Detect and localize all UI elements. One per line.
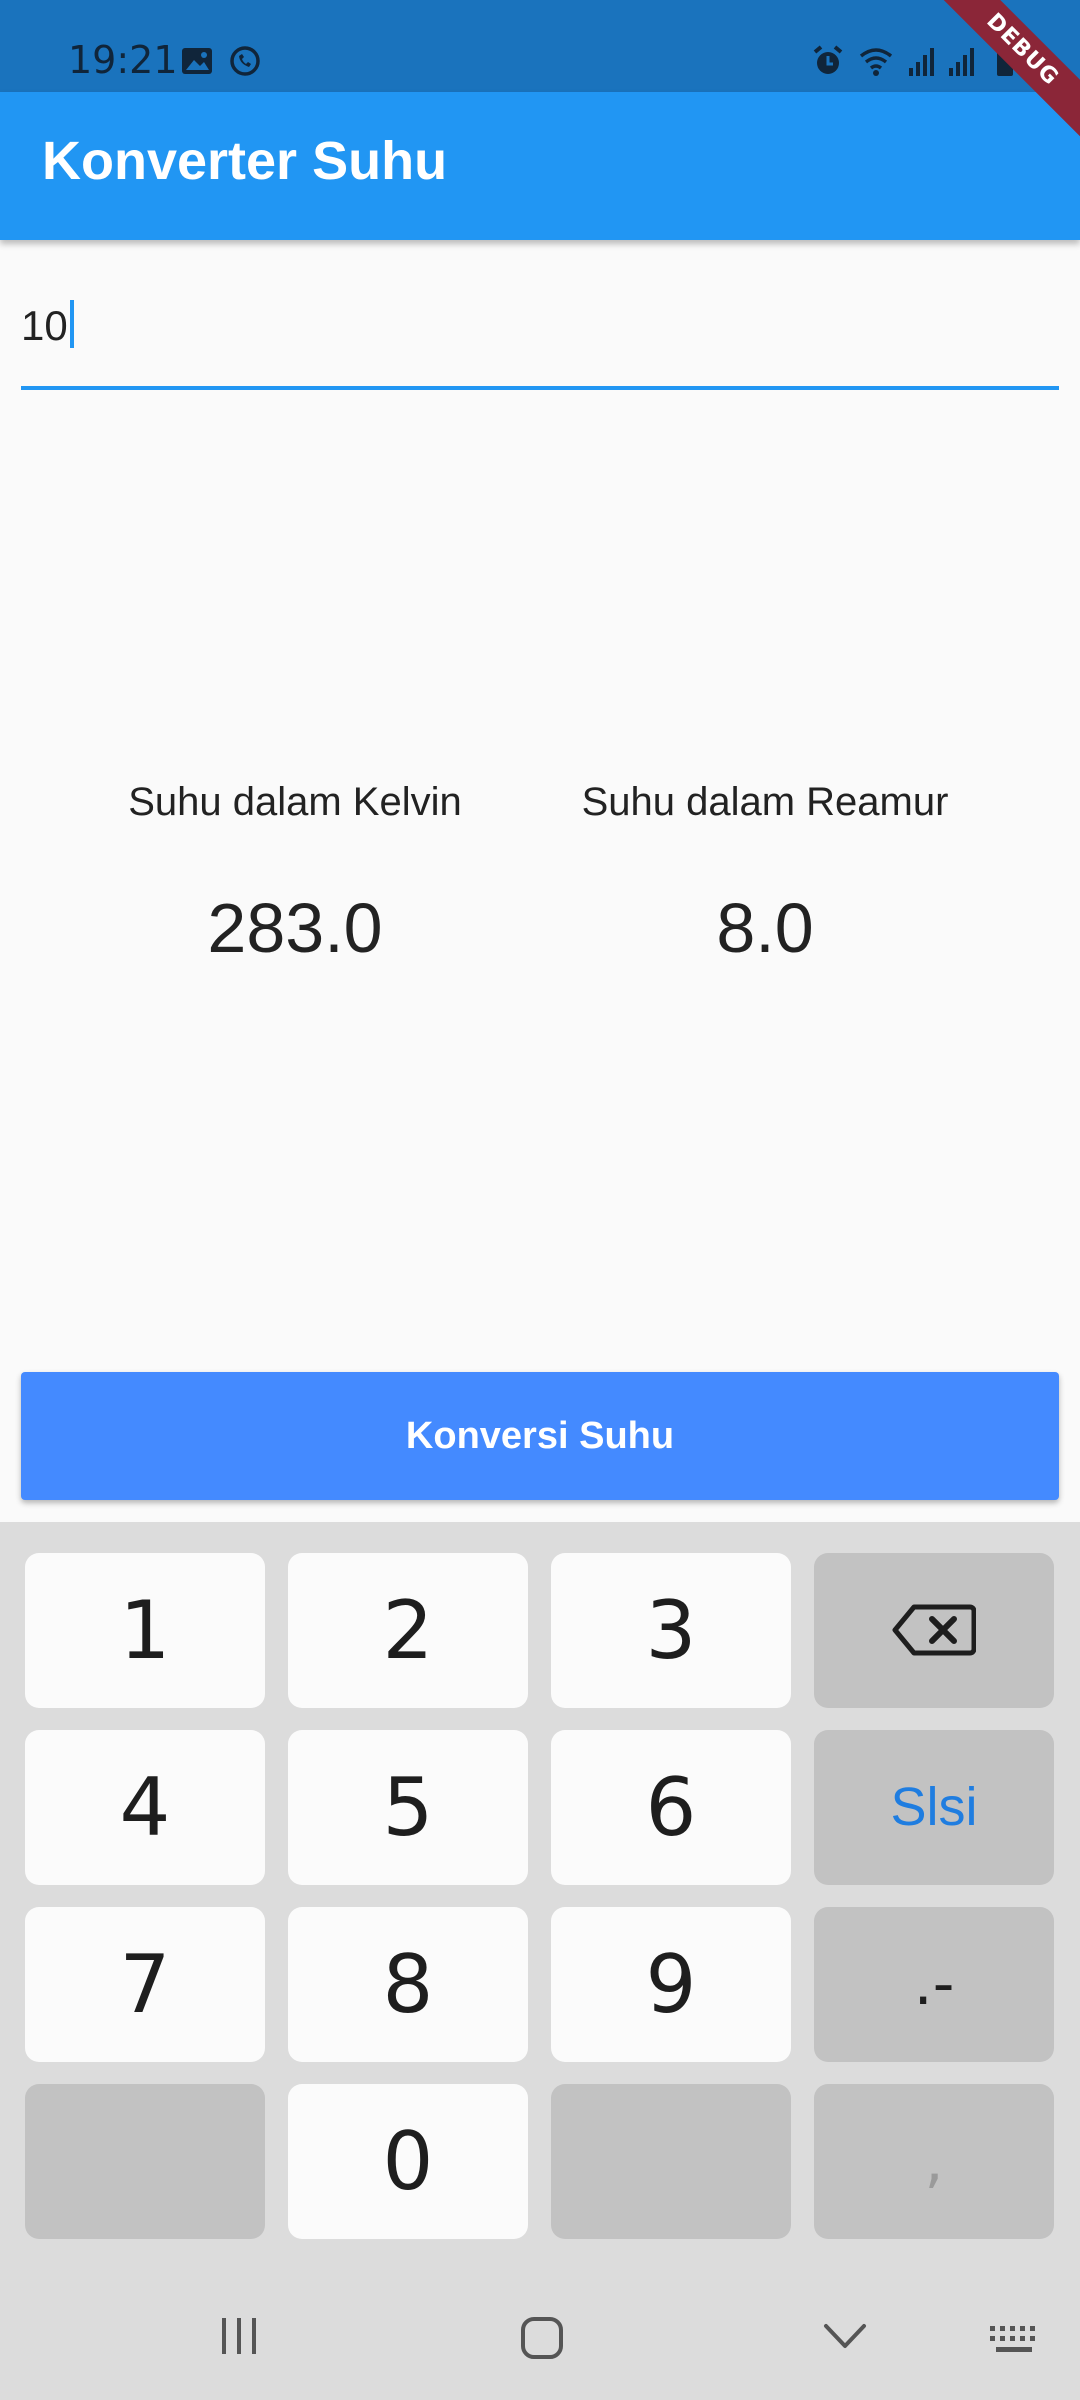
key-8[interactable]: 8 — [288, 1907, 528, 2062]
wifi-icon — [859, 48, 893, 76]
text-cursor — [69, 300, 74, 348]
key-9[interactable]: 9 — [551, 1907, 791, 2062]
alarm-icon — [813, 45, 843, 74]
key-6[interactable]: 6 — [551, 1730, 791, 1885]
key-dot-minus[interactable]: .- — [814, 1907, 1054, 2062]
status-bar: 19:21 — [0, 0, 1080, 92]
back-icon[interactable] — [822, 2322, 868, 2352]
keyboard-icon[interactable] — [988, 2324, 1040, 2356]
temperature-input-value: 10 — [21, 302, 68, 349]
numeric-keyboard: 1 2 3 4 5 6 Slsi 7 8 9 .- 0 , — [0, 1522, 1080, 2400]
image-icon — [182, 48, 212, 74]
key-1[interactable]: 1 — [25, 1553, 265, 1708]
key-5[interactable]: 5 — [288, 1730, 528, 1885]
reamur-value: 8.0 — [716, 889, 814, 967]
key-0[interactable]: 0 — [288, 2084, 528, 2239]
input-underline — [21, 386, 1059, 390]
recent-apps-icon[interactable] — [218, 2316, 260, 2356]
status-time: 19:21 — [68, 38, 178, 82]
key-comma[interactable]: , — [814, 2084, 1054, 2239]
backspace-icon — [892, 1604, 976, 1656]
kelvin-result: Suhu dalam Kelvin 283.0 — [75, 780, 515, 968]
app-bar: Konverter Suhu — [0, 92, 1080, 240]
reamur-result: Suhu dalam Reamur 8.0 — [545, 780, 985, 968]
temperature-input[interactable]: 10 — [21, 280, 1059, 390]
key-slsi[interactable]: Slsi — [814, 1730, 1054, 1885]
signal-icon — [909, 48, 934, 76]
home-icon[interactable] — [520, 2316, 564, 2360]
key-3[interactable]: 3 — [551, 1553, 791, 1708]
app-title: Konverter Suhu — [42, 131, 448, 191]
key-blank-left[interactable] — [25, 2084, 265, 2239]
key-2[interactable]: 2 — [288, 1553, 528, 1708]
reamur-label: Suhu dalam Reamur — [581, 780, 949, 824]
whatsapp-icon — [230, 46, 260, 76]
kelvin-value: 283.0 — [207, 889, 383, 967]
signal-icon-2 — [949, 48, 974, 76]
convert-button[interactable]: Konversi Suhu — [21, 1372, 1059, 1500]
key-4[interactable]: 4 — [25, 1730, 265, 1885]
temperature-input-field[interactable]: 10 — [21, 300, 74, 350]
key-7[interactable]: 7 — [25, 1907, 265, 2062]
kelvin-label: Suhu dalam Kelvin — [128, 780, 462, 824]
key-backspace[interactable] — [814, 1553, 1054, 1708]
key-blank-right[interactable] — [551, 2084, 791, 2239]
